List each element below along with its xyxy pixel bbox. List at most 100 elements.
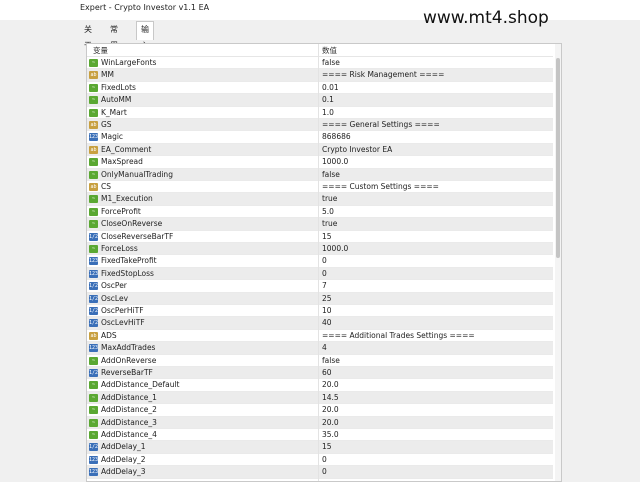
table-row[interactable]: 1/2 CloseReverseBarTF 15: [87, 231, 553, 243]
parameter-value[interactable]: ==== General Settings ====: [322, 120, 440, 129]
parameter-value[interactable]: 25: [322, 294, 332, 303]
parameter-name: OnlyManualTrading: [101, 169, 173, 179]
table-row[interactable]: ~ M1_Execution true: [87, 193, 553, 206]
table-row[interactable]: 123 MaxAddTrades 4: [87, 342, 553, 355]
tab-inputs[interactable]: 输入参数: [136, 21, 154, 82]
table-row[interactable]: 123 AddDelay_3 0: [87, 466, 553, 479]
bool-type-icon: ~: [89, 431, 98, 439]
table-row[interactable]: 1/2 ReverseBarTF 60: [87, 367, 553, 380]
parameter-value[interactable]: 20.0: [322, 418, 339, 427]
integer-type-icon: 123: [89, 133, 99, 142]
parameter-value[interactable]: 0: [322, 269, 327, 278]
double-type-icon: 1/2: [89, 307, 99, 315]
parameter-value[interactable]: 1.0: [322, 108, 334, 117]
parameter-value[interactable]: 60: [322, 368, 332, 377]
table-row[interactable]: ab CS ==== Custom Settings ====: [87, 181, 553, 194]
parameter-value[interactable]: 0.1: [322, 95, 334, 104]
parameter-value[interactable]: 14.5: [322, 393, 339, 402]
parameter-value[interactable]: ==== Additional Trades Settings ====: [322, 331, 475, 340]
parameter-value[interactable]: ==== Custom Settings ====: [322, 182, 439, 191]
parameter-name: AddDistance_4: [101, 430, 157, 439]
header-value[interactable]: 数值: [322, 45, 337, 56]
parameter-name: AddDistance_Default: [101, 380, 180, 390]
parameter-value[interactable]: true: [322, 219, 337, 228]
parameter-value[interactable]: ==== Risk Management ====: [322, 70, 444, 79]
table-header: 变量 数值: [87, 44, 553, 57]
table-row[interactable]: 1/2 OscPerHiTF 10: [87, 305, 553, 318]
table-row[interactable]: ~ AddOnReverse false: [87, 355, 553, 367]
table-row[interactable]: 123 FixedStopLoss 0: [87, 267, 553, 281]
table-row[interactable]: ~ ForceLoss 1000.0: [87, 243, 553, 256]
table-row[interactable]: ~ K_Mart 1.0: [87, 107, 553, 119]
parameter-value[interactable]: 40: [322, 318, 332, 327]
table-row[interactable]: ab MM ==== Risk Management ====: [87, 69, 553, 82]
parameter-value[interactable]: 1000.0: [322, 244, 348, 253]
parameter-value[interactable]: 7: [322, 281, 327, 290]
table-row[interactable]: 123 AddDelay_2 0: [87, 454, 553, 467]
table-row[interactable]: ~ AddDistance_Default 20.0: [87, 379, 553, 392]
table-row[interactable]: ~ AddDistance_3 20.0: [87, 416, 553, 429]
header-variable[interactable]: 变量: [93, 45, 108, 56]
table-row[interactable]: ~ WinLargeFonts false: [87, 57, 553, 70]
bool-type-icon: ~: [89, 406, 98, 415]
parameter-name: OscPer: [101, 281, 127, 291]
parameter-value[interactable]: 1000.0: [322, 157, 348, 166]
parameter-value[interactable]: 15: [322, 232, 332, 241]
table-row[interactable]: 1/2 OscLevHiTF 40: [87, 317, 553, 330]
table-row[interactable]: ~ AddDistance_4 35.0: [87, 429, 553, 442]
parameter-value[interactable]: 868686: [322, 132, 351, 141]
table-row[interactable]: 123 FixedTakeProfit 0: [87, 255, 553, 268]
parameter-name: CloseOnReverse: [101, 219, 163, 229]
bool-type-icon: ~: [89, 83, 98, 92]
table-row[interactable]: 1/2 OscPer 7: [87, 280, 553, 293]
table-row[interactable]: ~ AutoMM 0.1: [87, 94, 553, 107]
table-row[interactable]: ab ADS ==== Additional Trades Settings ===…: [87, 330, 553, 343]
parameter-value[interactable]: 15: [322, 442, 332, 451]
vertical-scrollbar[interactable]: [555, 44, 561, 481]
parameter-value[interactable]: false: [322, 170, 340, 179]
bool-type-icon: ~: [89, 170, 98, 179]
table-row[interactable]: ~ ForceProfit 5.0: [87, 206, 553, 219]
table-row[interactable]: ~ AddDistance_1 14.5: [87, 391, 553, 405]
table-row[interactable]: ~ CloseOnReverse true: [87, 218, 553, 231]
parameter-value[interactable]: 0: [322, 467, 327, 476]
integer-type-icon: 123: [89, 269, 99, 278]
parameter-name: AddDelay_3: [101, 467, 146, 477]
parameter-name: ReverseBarTF: [101, 368, 153, 377]
parameter-value[interactable]: 5.0: [322, 207, 334, 216]
parameter-value[interactable]: 20.0: [322, 380, 339, 389]
table-row[interactable]: ab EA_Comment Crypto Investor EA: [87, 143, 553, 157]
tab-about[interactable]: 关于: [80, 22, 96, 50]
parameter-value[interactable]: 10: [322, 306, 332, 315]
table-row[interactable]: 1/2 AddDelay_1 15: [87, 441, 553, 454]
inputs-panel: 变量 数值 ~ WinLargeFonts false ab MM ==== Risk M…: [86, 43, 562, 482]
parameter-name: WinLargeFonts: [101, 58, 157, 67]
table-row[interactable]: ~ FixedLots 0.01: [87, 82, 553, 95]
parameter-name: ForceProfit: [101, 206, 141, 216]
parameter-value[interactable]: 35.0: [322, 430, 339, 439]
string-type-icon: ab: [89, 183, 98, 191]
parameter-name: FixedTakeProfit: [101, 256, 157, 266]
scrollbar-thumb[interactable]: [556, 58, 560, 258]
table-row[interactable]: ~ MaxSpread 1000.0: [87, 156, 553, 169]
parameter-name: AddDistance_2: [101, 405, 157, 415]
bool-type-icon: ~: [89, 356, 98, 365]
parameter-value[interactable]: 0.01: [322, 83, 339, 92]
parameter-name: AddDelay_2: [101, 454, 146, 464]
parameter-value[interactable]: false: [322, 356, 340, 365]
table-row[interactable]: 1/2 OscLev 25: [87, 292, 553, 305]
parameter-value[interactable]: 0: [322, 455, 327, 464]
parameter-value[interactable]: 4: [322, 343, 327, 352]
table-row[interactable]: ab GS ==== General Settings ====: [87, 119, 553, 132]
table-row[interactable]: 123 Magic 868686: [87, 131, 553, 144]
parameter-name: MM: [101, 70, 114, 80]
table-row[interactable]: ~ AddDistance_2 20.0: [87, 404, 553, 417]
table-row[interactable]: ~ OnlyManualTrading false: [87, 168, 553, 181]
parameter-value[interactable]: Crypto Investor EA: [322, 145, 392, 154]
parameter-value[interactable]: true: [322, 194, 337, 203]
parameter-value[interactable]: false: [322, 58, 340, 67]
parameter-value[interactable]: 0: [322, 256, 327, 265]
double-type-icon: 1/2: [89, 369, 99, 377]
tab-common[interactable]: 常用: [106, 22, 122, 50]
parameter-value[interactable]: 20.0: [322, 405, 339, 414]
